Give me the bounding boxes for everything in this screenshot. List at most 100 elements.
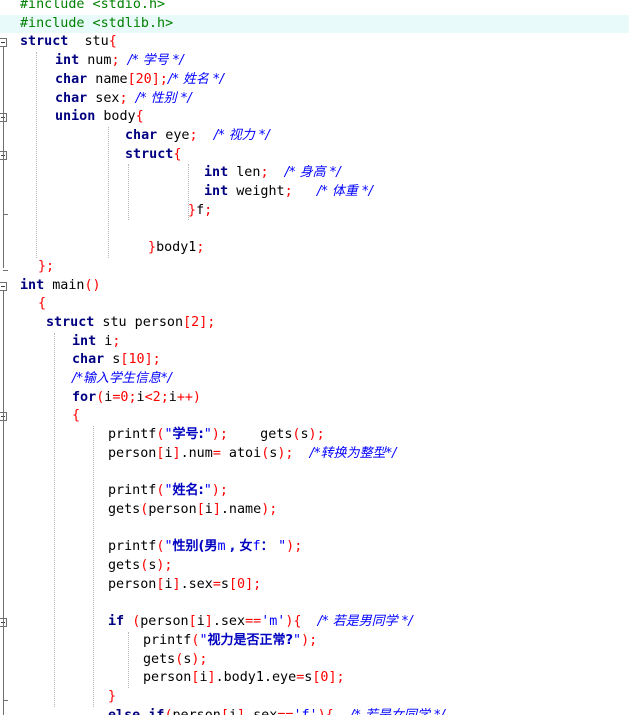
code-token: union [55,109,96,125]
code-token: ] [172,445,181,461]
code-token: atoi [220,445,262,461]
code-token: [ [221,708,229,715]
code-token: = [212,576,221,592]
code-token: gets [227,427,293,443]
code-token: person [143,670,192,686]
code-line: union body{ [0,108,629,127]
code-token: body1 [156,240,197,256]
code-token: f [252,539,261,555]
code-token: .name [220,501,262,517]
code-token: " [199,632,208,648]
code-token: { [173,146,182,162]
code-line: person[i].num= atoi(s); /*转换为整型*/ [0,445,629,464]
code-token: == [277,708,293,715]
code-token: i [229,708,237,715]
code-token: i [199,670,208,686]
code-token: name [87,71,128,87]
code-token: 性别(男 [172,539,218,555]
code-token: #include <stdio.h> [20,0,166,12]
code-line: char sex; /* 性别 */ [0,90,629,109]
code-token: ; [112,333,121,349]
code-token: 0 [237,576,246,592]
fold-collapse-icon[interactable] [0,281,7,291]
code-token: char [55,90,88,106]
code-line: printf("姓名:"); [0,482,629,501]
code-token: ; [196,240,205,256]
code-line: else if(person[i].sex=='f'){ /* 若是女同学 */ [0,707,629,715]
code-comment: /* 学号 */ [127,53,184,69]
code-text: int num; /* 学号 */ [55,52,184,71]
code-editor[interactable]: #include <stdio.h> #include <stdlib.h> str… [0,0,629,715]
code-token: else [108,708,140,715]
code-token: " [203,483,212,499]
code-token: char [125,127,158,143]
code-text: person[i].body1.eye=s[0]; [143,669,345,688]
code-comment: /* 若是男同学 */ [317,614,413,630]
code-token: len [228,165,261,181]
code-token: ; [119,90,128,106]
code-token: ; [189,127,198,143]
code-token: .body1.eye [215,670,297,686]
code-token: ); [211,427,228,443]
code-token: s [220,576,229,592]
fold-region-line [3,290,4,715]
code-comment: /* 体重 */ [316,184,373,199]
code-text: }f; [188,202,212,221]
code-token: " [278,539,287,555]
code-token: ( [164,708,172,715]
code-text: char s[10]; [72,351,161,370]
code-token: stu [68,34,109,50]
code-token: 'f' [293,708,317,715]
code-token: }; [38,258,55,274]
code-token: 'm' [261,614,286,630]
code-token: } [108,688,117,704]
code-token: for [72,389,97,405]
code-token: main [44,277,85,293]
code-token: struct [46,314,95,330]
code-token: ); [156,558,173,573]
code-token: m [217,539,226,555]
code-line: { [0,407,629,426]
code-line: person[i].body1.eye=s[0]; [0,669,629,688]
code-line: #include <stdlib.h> [0,14,629,34]
code-token: printf [108,483,157,499]
code-token: ); [277,445,294,461]
code-token: ] [207,670,216,686]
code-token: ]; [328,670,345,686]
code-line: gets(s); [0,651,629,670]
code-text: int i; [72,333,120,352]
code-comment: /* 视力 */ [213,127,270,143]
code-token: i [96,333,113,349]
code-token: 姓名: [172,483,204,499]
code-token: num [79,53,112,69]
code-line: printf("性别(男m , 女f： "); [0,538,629,557]
code-token: ; [128,389,137,405]
code-token: ); [211,483,228,499]
code-token: " [164,427,173,443]
code-token: printf [143,632,192,648]
code-token: " [164,483,173,499]
code-text: }body1; [148,239,204,258]
code-token: person [140,614,189,630]
code-comment: /*输入学生信息*/ [72,371,172,386]
code-token: ; [284,184,293,199]
code-line: int main() [0,277,629,296]
indent-guide [128,631,129,688]
fold-end-marker [3,269,8,271]
code-token: = [212,445,221,461]
code-comment: /* 性别 */ [135,90,192,106]
code-token: ] [212,501,221,517]
code-comment: /* 姓名 */ [167,71,224,87]
code-token: #include <stdlib.h> [20,15,174,31]
code-text: if (person[i].sex=='m'){ /* 若是男同学 */ [108,613,413,632]
fold-collapse-icon[interactable] [0,38,7,48]
code-line: /*输入学生信息*/ [0,370,629,389]
code-token: s [300,427,309,443]
code-token: weight [228,184,285,199]
code-line: int weight; /* 体重 */ [0,183,629,202]
code-text: int weight; /* 体重 */ [204,183,373,202]
